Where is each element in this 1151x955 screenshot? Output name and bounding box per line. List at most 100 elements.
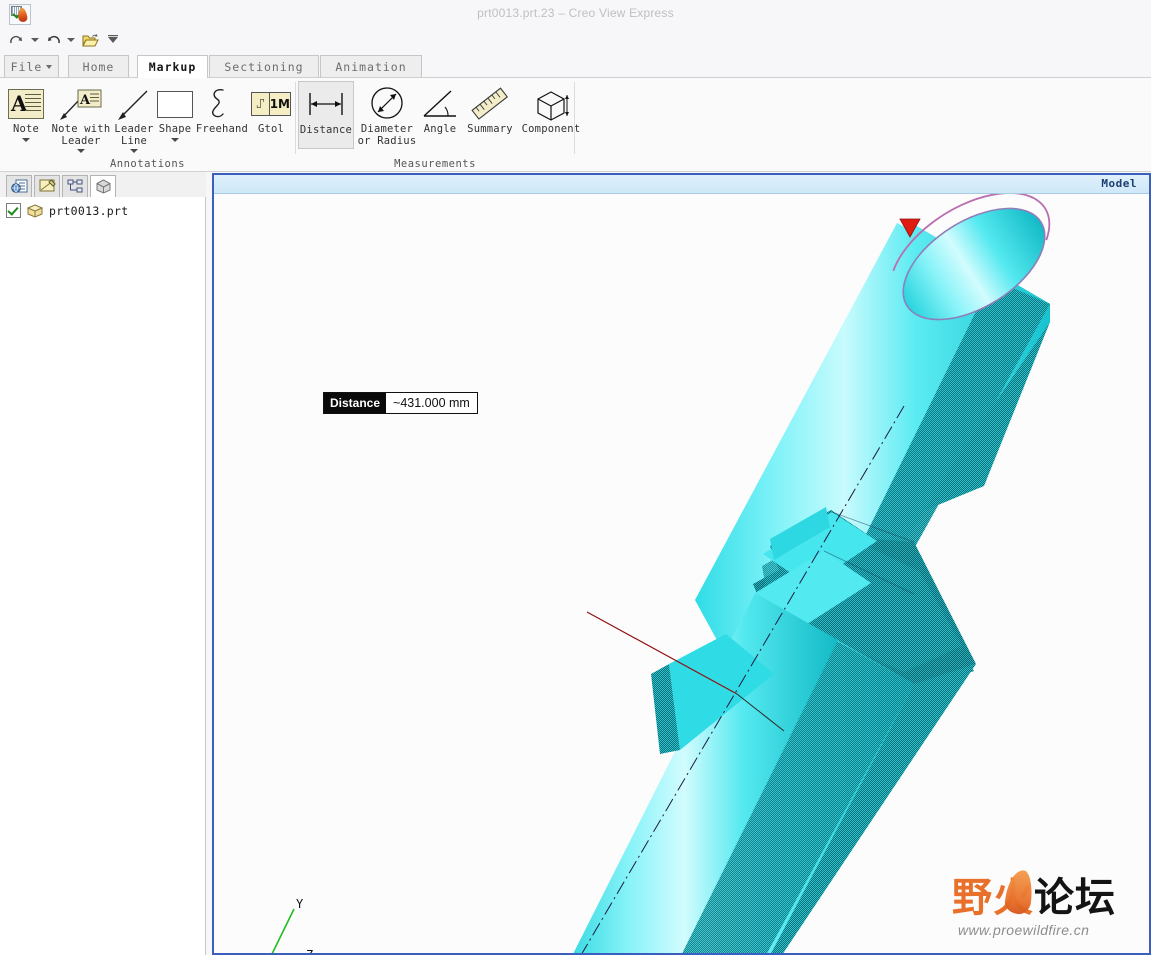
distance-measurement-callout[interactable]: Distance ~431.000 mm <box>323 392 478 414</box>
watermark-cjk-black: 论坛 <box>1034 875 1116 921</box>
cube-model-icon <box>26 203 44 218</box>
ribbon-tab-row: File Home Markup Sectioning Animation <box>0 53 1151 78</box>
tab-animation-label: Animation <box>335 60 407 74</box>
command-summary-label: Summary <box>467 123 513 135</box>
component-bbox-icon <box>530 85 572 123</box>
command-freehand[interactable]: Freehand <box>196 81 248 136</box>
markup-pencil-icon <box>39 179 56 192</box>
command-component-label: Component <box>521 123 581 135</box>
viewport-title-label: Model <box>1101 177 1137 190</box>
tab-structure[interactable] <box>62 175 88 197</box>
quick-access-toolbar <box>0 28 1151 52</box>
chevron-down-icon <box>171 137 179 142</box>
window-title: prt0013.prt.23 – Creo View Express <box>477 6 674 20</box>
command-angle[interactable]: Angle <box>420 81 460 136</box>
command-distance-label: Distance <box>299 124 353 136</box>
command-distance[interactable]: Distance <box>298 81 354 149</box>
tab-model[interactable] <box>90 175 116 197</box>
command-leader-line[interactable]: Leader Line <box>112 81 156 153</box>
tab-markup-label: Markup <box>148 60 197 74</box>
model-tree-panel: prt0013.prt <box>0 172 206 955</box>
command-diameter-or-radius[interactable]: Diameter or Radius <box>356 81 418 147</box>
shape-rectangle-icon <box>157 85 193 123</box>
undo-arrow-icon <box>47 35 60 43</box>
ruler-summary-icon <box>468 85 512 123</box>
freehand-scribble-icon <box>205 85 239 123</box>
undo-button[interactable] <box>43 28 63 52</box>
note-icon: A <box>8 85 44 123</box>
structure-tree-icon <box>67 179 82 193</box>
tab-sectioning-label: Sectioning <box>224 60 304 74</box>
callout-key-label: Distance <box>324 393 387 413</box>
model-3d-render: Y Z <box>271 194 1051 953</box>
gtol-icon: ⑀ 1M <box>251 85 291 123</box>
tab-home-label: Home <box>82 60 115 74</box>
title-bar: prt0013.prt.23 – Creo View Express <box>0 0 1151 28</box>
undo-dropdown[interactable] <box>66 28 75 52</box>
tab-info[interactable] <box>6 175 32 197</box>
viewport-title-bar: Model <box>214 175 1149 194</box>
chevron-down-icon <box>108 35 118 43</box>
watermark-url: www.proewildfire.cn <box>958 922 1090 938</box>
command-angle-label: Angle <box>423 123 457 135</box>
tab-animation[interactable]: Animation <box>320 55 422 78</box>
customize-quick-access-dropdown[interactable] <box>106 28 120 52</box>
open-file-button[interactable] <box>80 28 102 52</box>
ribbon-group-divider <box>574 82 575 154</box>
tree-tab-strip <box>0 172 206 198</box>
redo-dropdown[interactable] <box>30 28 39 52</box>
ribbon-group-annotations: A Note A Note with Leader Leader Line Sh… <box>0 78 295 172</box>
chevron-down-icon <box>66 38 75 42</box>
model-tree-body: prt0013.prt <box>0 197 206 955</box>
model-viewport[interactable]: Model Y Z <box>212 173 1151 955</box>
gtol-symbol: ⑀ <box>252 93 270 115</box>
command-summary[interactable]: Summary <box>462 81 518 136</box>
ribbon-group-measurements-label: Measurements <box>394 158 476 170</box>
command-leader-line-label: Leader Line <box>114 123 154 147</box>
diameter-radius-icon <box>367 85 407 123</box>
chevron-down-icon <box>77 149 85 153</box>
document-globe-icon <box>10 179 27 193</box>
open-folder-icon <box>82 33 99 47</box>
ribbon-panel: A Note A Note with Leader Leader Line Sh… <box>0 78 1151 172</box>
tab-file-label: File <box>10 60 43 74</box>
command-component[interactable]: Component <box>520 81 582 136</box>
axis-triad: Y Z <box>271 897 313 953</box>
tab-home[interactable]: Home <box>68 55 129 78</box>
chevron-down-icon <box>30 38 39 42</box>
forum-watermark: 野火论坛 www.proewildfire.cn <box>952 868 1142 946</box>
svg-text:Y: Y <box>296 897 304 911</box>
tab-sectioning[interactable]: Sectioning <box>209 55 319 78</box>
tree-item-checkbox[interactable] <box>6 203 21 218</box>
callout-value-label: ~431.000 mm <box>386 393 477 413</box>
tab-markup[interactable]: Markup <box>137 55 208 78</box>
watermark-cjk-text: 野火论坛 <box>952 874 1116 922</box>
chevron-down-icon <box>130 149 138 153</box>
command-note[interactable]: A Note <box>6 81 46 142</box>
angle-measure-icon <box>420 85 460 123</box>
svg-text:A: A <box>79 93 91 108</box>
leader-line-icon <box>115 85 153 123</box>
tree-item-prt0013[interactable]: prt0013.prt <box>6 203 128 218</box>
ribbon-group-measurements: Distance Diameter or Radius Angle Summar… <box>296 78 580 172</box>
command-freehand-label: Freehand <box>195 123 249 135</box>
tab-file[interactable]: File <box>4 55 59 78</box>
redo-arrow-icon <box>9 35 22 43</box>
command-gtol-label: Gtol <box>257 123 285 135</box>
command-shape[interactable]: Shape <box>156 81 194 142</box>
command-gtol[interactable]: ⑀ 1M Gtol <box>250 81 292 136</box>
chevron-down-icon <box>22 137 30 142</box>
creo-view-window: prt0013.prt.23 – Creo View Express File … <box>0 0 1151 955</box>
command-note-with-leader-label: Note with Leader <box>51 123 111 147</box>
viewport-canvas[interactable]: Y Z <box>214 194 1149 953</box>
ribbon-group-annotations-label: Annotations <box>109 158 186 170</box>
gtol-value: 1M <box>269 97 290 111</box>
redo-button[interactable] <box>6 28 26 52</box>
distance-measure-icon <box>302 86 350 124</box>
command-diameter-or-radius-label: Diameter or Radius <box>357 123 417 147</box>
chevron-down-icon <box>46 65 53 69</box>
tab-markup[interactable] <box>34 175 60 197</box>
note-with-leader-icon: A <box>58 85 104 123</box>
command-note-with-leader[interactable]: A Note with Leader <box>50 81 112 153</box>
tree-item-label: prt0013.prt <box>49 203 129 218</box>
